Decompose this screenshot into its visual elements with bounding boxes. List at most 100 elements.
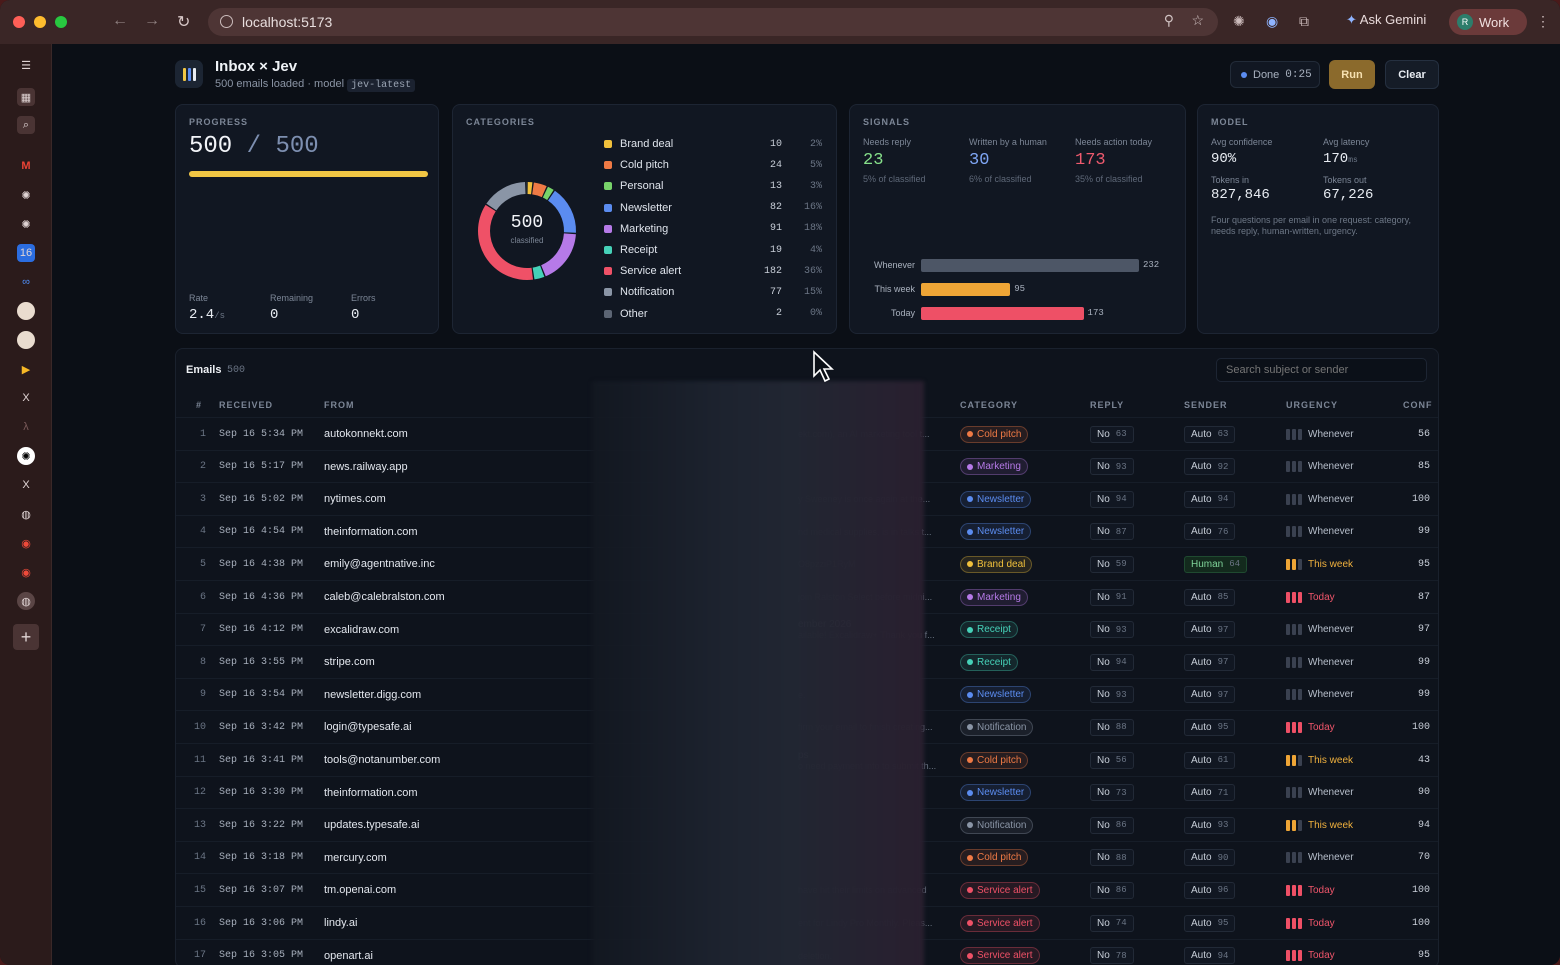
reply-tag: No 93 [1090,621,1134,639]
category-pill-label: Cold pitch [977,754,1022,766]
col-urgency[interactable]: URGENCY [1286,393,1338,417]
row-urgency: Today [1286,874,1335,906]
url-text[interactable]: localhost:5173 [242,14,332,30]
category-pill-label: Cold pitch [977,428,1022,440]
x-alt-icon[interactable]: X [17,476,35,494]
zoom-icon[interactable]: ⚲ [1164,12,1174,29]
urgency-level-icon [1286,526,1302,538]
address-bar[interactable]: localhost:5173 ⚲ ☆ [208,8,1218,36]
row-sender: Auto 97 [1184,679,1236,711]
profile-button[interactable]: R Work [1449,9,1527,35]
add-app-icon[interactable]: + [13,624,39,650]
row-received: Sep 16 4:38 PM [219,558,304,570]
sender-tag-label: Auto [1191,819,1212,831]
claude-alt-icon[interactable] [17,331,35,349]
tab-grid-icon[interactable]: ▦ [17,88,35,106]
latency-label: Avg latency [1323,137,1370,147]
category-row: Service alert 182 36% [604,263,822,279]
meet-icon[interactable]: ▶ [17,360,35,378]
col-conf[interactable]: CONF [1403,393,1433,417]
reload-icon[interactable]: ↻ [177,12,190,32]
category-count: 13 [769,180,782,192]
row-confidence: 99 [1417,689,1430,701]
status-badge: Done 0:25 [1230,61,1320,88]
row-from: lindy.ai [324,917,358,929]
extension-password-icon[interactable]: ◉ [1266,13,1278,30]
openai-icon[interactable]: ✺ [17,447,35,465]
clear-button[interactable]: Clear [1385,60,1439,89]
row-received: Sep 16 3:07 PM [219,884,304,896]
reply-tag-score: 73 [1115,787,1127,798]
row-confidence: 95 [1417,558,1430,570]
row-category: Brand deal [960,548,1033,580]
row-sender: Auto 95 [1184,711,1236,743]
col-reply[interactable]: REPLY [1090,393,1124,417]
gmail-icon[interactable]: M [17,157,35,175]
calendar-icon[interactable]: 16 [17,244,35,262]
site-info-icon[interactable] [220,15,233,28]
reply-tag-score: 74 [1115,918,1127,928]
maximize-window-icon[interactable] [55,16,67,28]
search-input[interactable] [1216,358,1427,382]
row-sender: Auto 76 [1184,516,1236,548]
run-button[interactable]: Run [1329,60,1375,89]
sender-tag-label: Auto [1191,689,1212,701]
sender-tag: Auto 97 [1184,653,1236,671]
category-pill-label: Notification [977,721,1027,733]
globe-alt-icon[interactable]: ◍ [17,592,35,610]
col-category[interactable]: CATEGORY [960,393,1018,417]
row-sender: Auto 92 [1184,451,1236,483]
meta-icon[interactable]: ∞ [17,273,35,291]
reply-tag: No 63 [1090,425,1134,443]
row-reply: No 87 [1090,516,1134,548]
extension-openai-icon[interactable]: ✺ [1233,13,1245,30]
gemini-sparkle-icon: ✦ [1346,12,1360,27]
row-received: Sep 16 3:05 PM [219,950,304,962]
category-row: Notification 77 15% [604,284,822,300]
firefox-alt-icon[interactable]: ◉ [17,563,35,581]
row-sender: Auto 97 [1184,614,1236,646]
col-sender[interactable]: SENDER [1184,393,1228,417]
category-swatch [604,182,612,191]
urgency-level-icon [1286,852,1302,864]
tokens-out-value: 67,226 [1323,187,1374,203]
row-confidence: 95 [1417,950,1430,962]
sidebar-toggle-icon[interactable]: ☰ [17,56,35,74]
chatgpt-icon[interactable]: ✺ [17,186,35,204]
row-reply: No 94 [1090,483,1134,515]
minimize-window-icon[interactable] [34,16,46,28]
row-number: 7 [199,624,206,636]
row-category: Newsletter [960,483,1032,515]
rate-stat: Rate 2.4/s [189,293,225,323]
bookmark-star-icon[interactable]: ☆ [1191,12,1204,29]
tab-search-icon[interactable]: ⌕ [17,116,35,134]
col-from[interactable]: FROM [324,393,355,417]
lambda-icon[interactable]: λ [17,418,35,436]
chatgpt-alt-icon[interactable]: ✺ [17,215,35,233]
reply-tag-score: 88 [1115,722,1127,733]
sender-tag: Auto 92 [1184,458,1236,476]
row-number: 11 [193,754,206,766]
forward-arrow-icon[interactable]: → [144,12,160,30]
row-sender: Auto 61 [1184,744,1236,776]
ask-gemini-button[interactable]: ✦ Ask Gemini [1346,12,1426,28]
urgency-level-icon [1286,624,1302,636]
row-sender: Auto 93 [1184,809,1236,841]
category-pill-label: Notification [977,819,1027,831]
browser-sidebar: ☰ ▦ ⌕ M ✺ ✺ 16 ∞ ▶ X λ ✺ X ◍ ◉ ◉ ◍ + [0,44,52,965]
back-arrow-icon[interactable]: ← [112,12,128,30]
x-icon[interactable]: X [17,389,35,407]
sender-tag-label: Auto [1191,721,1212,733]
close-window-icon[interactable] [13,16,25,28]
claude-icon[interactable] [17,302,35,320]
row-reply: No 88 [1090,711,1134,743]
col-received[interactable]: RECEIVED [219,393,273,417]
firefox-icon[interactable]: ◉ [17,534,35,552]
sender-tag-label: Auto [1191,461,1212,473]
browser-menu-icon[interactable]: ⋮ [1536,13,1550,30]
globe-icon[interactable]: ◍ [17,505,35,523]
extensions-puzzle-icon[interactable]: ⧉ [1299,13,1309,30]
category-dot-icon [967,724,973,731]
row-number: 13 [193,819,206,831]
sender-tag-score: 71 [1217,787,1229,798]
